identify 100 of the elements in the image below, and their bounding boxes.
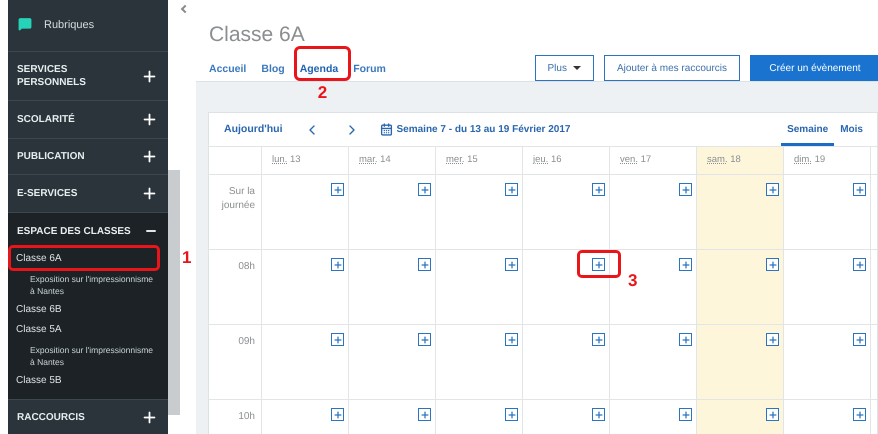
- add-button[interactable]: [418, 183, 431, 196]
- class-link[interactable]: Classe 6B: [8, 300, 168, 320]
- plus-icon: [420, 184, 430, 194]
- plus-icon: [506, 184, 516, 194]
- add-button[interactable]: [679, 333, 692, 346]
- add-button[interactable]: [766, 408, 779, 421]
- add-button[interactable]: [679, 258, 692, 271]
- add-button[interactable]: [853, 258, 866, 271]
- add-button[interactable]: [592, 333, 605, 346]
- add-button[interactable]: [679, 408, 692, 421]
- add-button[interactable]: [592, 408, 605, 421]
- day-header: dim. 19: [784, 147, 871, 174]
- add-button[interactable]: [766, 183, 779, 196]
- day-header: mar. 14: [349, 147, 436, 174]
- calendar-icon[interactable]: [380, 123, 394, 136]
- plus-icon: [854, 410, 864, 420]
- section-label[interactable]: ESPACE DES CLASSES: [17, 224, 135, 238]
- callout-number: 2: [318, 84, 328, 101]
- plus-icon: [332, 260, 342, 270]
- plus-icon: [594, 410, 604, 420]
- sub-link[interactable]: Exposition sur l'impressionnisme à Nantes: [8, 269, 158, 300]
- scrollbar[interactable]: [168, 170, 180, 415]
- section-label[interactable]: SERVICES PERSONNELS: [17, 63, 135, 89]
- caret-icon: [572, 66, 581, 70]
- section-label[interactable]: RACCOURCIS: [17, 410, 135, 424]
- class-link[interactable]: Classe 6A: [8, 249, 168, 269]
- highlight-frame: [294, 46, 351, 81]
- expand-icon[interactable]: [141, 148, 158, 165]
- view-tab[interactable]: Semaine: [781, 113, 834, 146]
- day-header: jeu. 16: [523, 147, 610, 174]
- plus-icon: [854, 260, 864, 270]
- plus-icon: [768, 260, 778, 270]
- time-label: 08h: [237, 260, 255, 274]
- add-button[interactable]: [418, 333, 431, 346]
- plus-icon: [332, 184, 342, 194]
- add-button[interactable]: [853, 408, 866, 421]
- day-header: mer. 15: [436, 147, 523, 174]
- plus-icon: [594, 334, 604, 344]
- day-header: lun. 13: [262, 147, 349, 174]
- plus-icon: [420, 260, 430, 270]
- expand-icon[interactable]: [141, 111, 158, 128]
- nav-tab[interactable]: Blog: [261, 63, 285, 75]
- nav-tab[interactable]: Forum: [353, 63, 386, 75]
- menu-item[interactable]: Rubriques: [44, 17, 94, 34]
- expand-icon[interactable]: [141, 68, 158, 84]
- plus-icon: [506, 410, 516, 420]
- expand-icon[interactable]: [141, 408, 158, 426]
- plus-icon: [506, 334, 516, 344]
- add-button[interactable]: [331, 333, 344, 346]
- plus-icon: [680, 410, 690, 420]
- nav-tab[interactable]: Agenda: [300, 63, 338, 75]
- plus-icon: [680, 334, 690, 344]
- add-button[interactable]: [853, 183, 866, 196]
- create-event-button[interactable]: Créer un évènement: [750, 55, 878, 81]
- add-button[interactable]: [853, 333, 866, 346]
- week-label: Semaine 7 - du 13 au 19 Février 2017: [396, 123, 570, 137]
- add-button[interactable]: [505, 258, 518, 271]
- add-button[interactable]: [418, 408, 431, 421]
- plus-icon: [680, 184, 690, 194]
- add-button[interactable]: [418, 258, 431, 271]
- today-button[interactable]: Aujourd'hui: [224, 122, 282, 138]
- add-button[interactable]: [505, 408, 518, 421]
- callout-number: 1: [182, 249, 192, 266]
- sub-link[interactable]: Exposition sur l'impressionnisme à Nantes: [8, 340, 158, 371]
- plus-icon: [332, 410, 342, 420]
- add-button[interactable]: [592, 258, 605, 271]
- add-button[interactable]: [766, 258, 779, 271]
- add-button[interactable]: [331, 258, 344, 271]
- add-button[interactable]: [331, 408, 344, 421]
- add-button[interactable]: [331, 183, 344, 196]
- plus-icon: [768, 410, 778, 420]
- class-link[interactable]: Classe 5B: [8, 371, 168, 391]
- section-label[interactable]: PUBLICATION: [17, 150, 135, 163]
- add-button[interactable]: [505, 183, 518, 196]
- section-label[interactable]: E-SERVICES: [17, 187, 135, 200]
- highlight-frame: [577, 250, 621, 278]
- plus-icon: [420, 410, 430, 420]
- chat-icon: [18, 17, 32, 31]
- add-button[interactable]: [766, 333, 779, 346]
- plus-icon: [420, 334, 430, 344]
- more-dropdown[interactable]: Plus: [534, 55, 594, 81]
- class-link[interactable]: Classe 5A: [8, 320, 168, 340]
- expand-icon[interactable]: [141, 185, 158, 202]
- plus-icon: [854, 184, 864, 194]
- view-tab[interactable]: Mois: [834, 113, 869, 146]
- time-label: 09h: [237, 335, 255, 349]
- plus-icon: [594, 184, 604, 194]
- plus-icon: [506, 260, 516, 270]
- page-title: Classe 6A: [209, 22, 306, 48]
- add-button[interactable]: [592, 183, 605, 196]
- shortcut-button[interactable]: Ajouter à mes raccourcis: [604, 55, 740, 81]
- add-button[interactable]: [679, 183, 692, 196]
- add-button[interactable]: [505, 333, 518, 346]
- time-label: 10h: [237, 410, 255, 424]
- plus-icon: [332, 334, 342, 344]
- plus-icon: [680, 260, 690, 270]
- nav-tab[interactable]: Accueil: [209, 63, 246, 75]
- plus-icon: [768, 334, 778, 344]
- callout-number: 3: [628, 272, 638, 289]
- section-label[interactable]: SCOLARITÉ: [17, 113, 135, 126]
